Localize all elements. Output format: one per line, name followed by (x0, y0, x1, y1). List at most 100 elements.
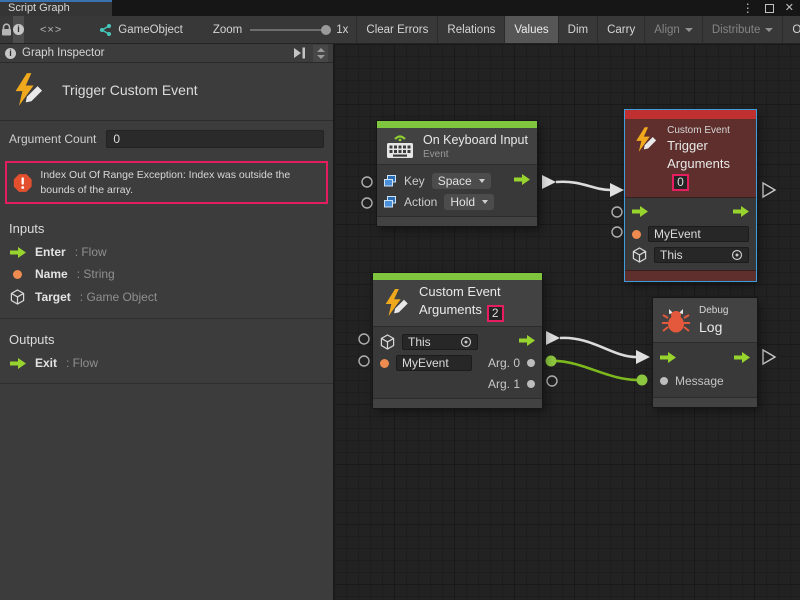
arrow-up-icon (317, 48, 325, 52)
window-controls: ⋮ ✕ (742, 0, 794, 16)
event-name-row: MyEvent Arg. 0 (373, 353, 542, 374)
arg1-row: Arg. 1 (373, 374, 542, 394)
object-picker-icon[interactable] (731, 249, 743, 261)
flow-arrow-icon (514, 174, 530, 185)
message-input-port[interactable] (660, 377, 668, 385)
event-name-row: MyEvent (625, 224, 756, 245)
bug-icon (661, 305, 691, 335)
lock-button[interactable] (0, 16, 13, 43)
inspector-header: i Graph Inspector (0, 44, 333, 63)
divider (0, 383, 333, 384)
flow-arrow-icon (660, 352, 676, 363)
target-field[interactable]: This (654, 247, 749, 263)
unconnected-port[interactable] (359, 356, 369, 366)
flow-wire-arrowhead (610, 183, 624, 197)
node-trigger-custom-event[interactable]: Custom Event Trigger Arguments0 (625, 110, 756, 281)
custom-event-icon (632, 125, 659, 155)
target-row: This (373, 332, 542, 353)
event-color-bar (377, 121, 537, 128)
zoom-slider[interactable] (250, 29, 328, 31)
flow-output[interactable] (514, 174, 530, 188)
node-debug-log[interactable]: Debug Log Message (653, 298, 757, 407)
relations-button[interactable]: Relations (437, 16, 504, 43)
node-footer (373, 398, 542, 408)
values-button[interactable]: Values (504, 16, 557, 43)
lock-icon (0, 23, 13, 37)
align-dropdown[interactable]: Align (644, 16, 702, 43)
input-pin-name: Name : String (0, 263, 333, 285)
value-output-port[interactable] (546, 356, 557, 367)
node-subtitle: Event (423, 149, 528, 160)
panel-scroll-spinner[interactable] (313, 45, 328, 62)
flow-output[interactable] (733, 206, 749, 220)
outputs-heading: Outputs (0, 319, 333, 352)
node-on-keyboard-input[interactable]: On Keyboard Input Event Key Space (377, 121, 537, 226)
node-header: On Keyboard Input Event (377, 128, 537, 165)
event-name-field[interactable]: MyEvent (648, 226, 749, 242)
event-name-field[interactable]: MyEvent (396, 355, 472, 371)
script-graph-window: Script Graph ⋮ ✕ i <×> GameObject (0, 0, 800, 600)
tab-script-graph[interactable]: Script Graph (0, 0, 112, 16)
node-header: Custom Event Arguments2 (373, 280, 542, 327)
node-title: Log (699, 319, 728, 335)
node-category: Custom Event (667, 125, 749, 136)
flow-arrow-icon (733, 206, 749, 217)
unconnected-flow-port[interactable] (763, 183, 775, 197)
target-field[interactable]: This (402, 334, 478, 350)
gameobject-reference[interactable]: GameObject (98, 16, 183, 43)
flow-output-port[interactable] (542, 175, 556, 189)
unconnected-port[interactable] (612, 227, 622, 237)
unconnected-port[interactable] (547, 376, 557, 386)
flow-wire[interactable] (560, 338, 637, 357)
overview-button[interactable]: Overv (782, 16, 800, 43)
flow-output[interactable] (519, 335, 535, 349)
unconnected-port[interactable] (612, 207, 622, 217)
dim-button[interactable]: Dim (558, 16, 597, 43)
unconnected-flow-port[interactable] (763, 350, 775, 364)
node-custom-event[interactable]: Custom Event Arguments2 This (373, 273, 542, 408)
string-port-icon (380, 359, 389, 368)
key-dropdown[interactable]: Space (432, 173, 491, 189)
error-color-bar (625, 110, 756, 119)
flow-input[interactable] (660, 352, 676, 366)
argument-count-input[interactable] (106, 130, 324, 148)
flow-output[interactable] (734, 352, 750, 366)
arg0-output-port[interactable] (527, 359, 535, 367)
node-title: On Keyboard Input (423, 133, 528, 147)
arguments-count-badge[interactable]: 0 (672, 174, 689, 191)
node-title: Custom Event (419, 284, 504, 299)
object-picker-icon[interactable] (460, 336, 472, 348)
close-icon[interactable]: ✕ (785, 3, 794, 14)
unconnected-port[interactable] (362, 177, 372, 187)
window-menu-icon[interactable]: ⋮ (742, 2, 754, 14)
inputs-heading: Inputs (0, 208, 333, 241)
flow-arrow-icon (632, 206, 648, 217)
event-color-bar (373, 273, 542, 280)
zoom-slider-handle[interactable] (321, 25, 331, 35)
flow-wire[interactable] (556, 182, 611, 190)
clear-errors-button[interactable]: Clear Errors (356, 16, 437, 43)
carry-button[interactable]: Carry (597, 16, 644, 43)
value-input-port[interactable] (637, 375, 648, 386)
flow-input[interactable] (632, 206, 648, 220)
info-icon: i (13, 24, 24, 35)
flow-arrow-icon (10, 247, 26, 258)
unconnected-port[interactable] (362, 198, 372, 208)
target-row: This (625, 245, 756, 266)
edit-graph-button[interactable]: <×> (40, 16, 62, 43)
unconnected-port[interactable] (359, 334, 369, 344)
arg0-label: Arg. 0 (488, 356, 520, 370)
string-port-icon (13, 270, 22, 279)
arg1-output-port[interactable] (527, 380, 535, 388)
graph-canvas[interactable]: On Keyboard Input Event Key Space (334, 44, 800, 600)
distribute-dropdown[interactable]: Distribute (702, 16, 783, 43)
node-header: Custom Event Trigger Arguments0 (625, 119, 756, 198)
action-dropdown[interactable]: Hold (444, 194, 494, 210)
value-wire[interactable] (551, 361, 642, 380)
zoom-control: Zoom 1x (213, 16, 349, 43)
arguments-count-badge[interactable]: 2 (487, 305, 504, 322)
flow-output-port[interactable] (546, 331, 560, 345)
maximize-icon[interactable] (765, 4, 774, 13)
dock-panel-icon[interactable] (292, 47, 307, 59)
inspector-toggle-button[interactable]: i (13, 16, 24, 43)
